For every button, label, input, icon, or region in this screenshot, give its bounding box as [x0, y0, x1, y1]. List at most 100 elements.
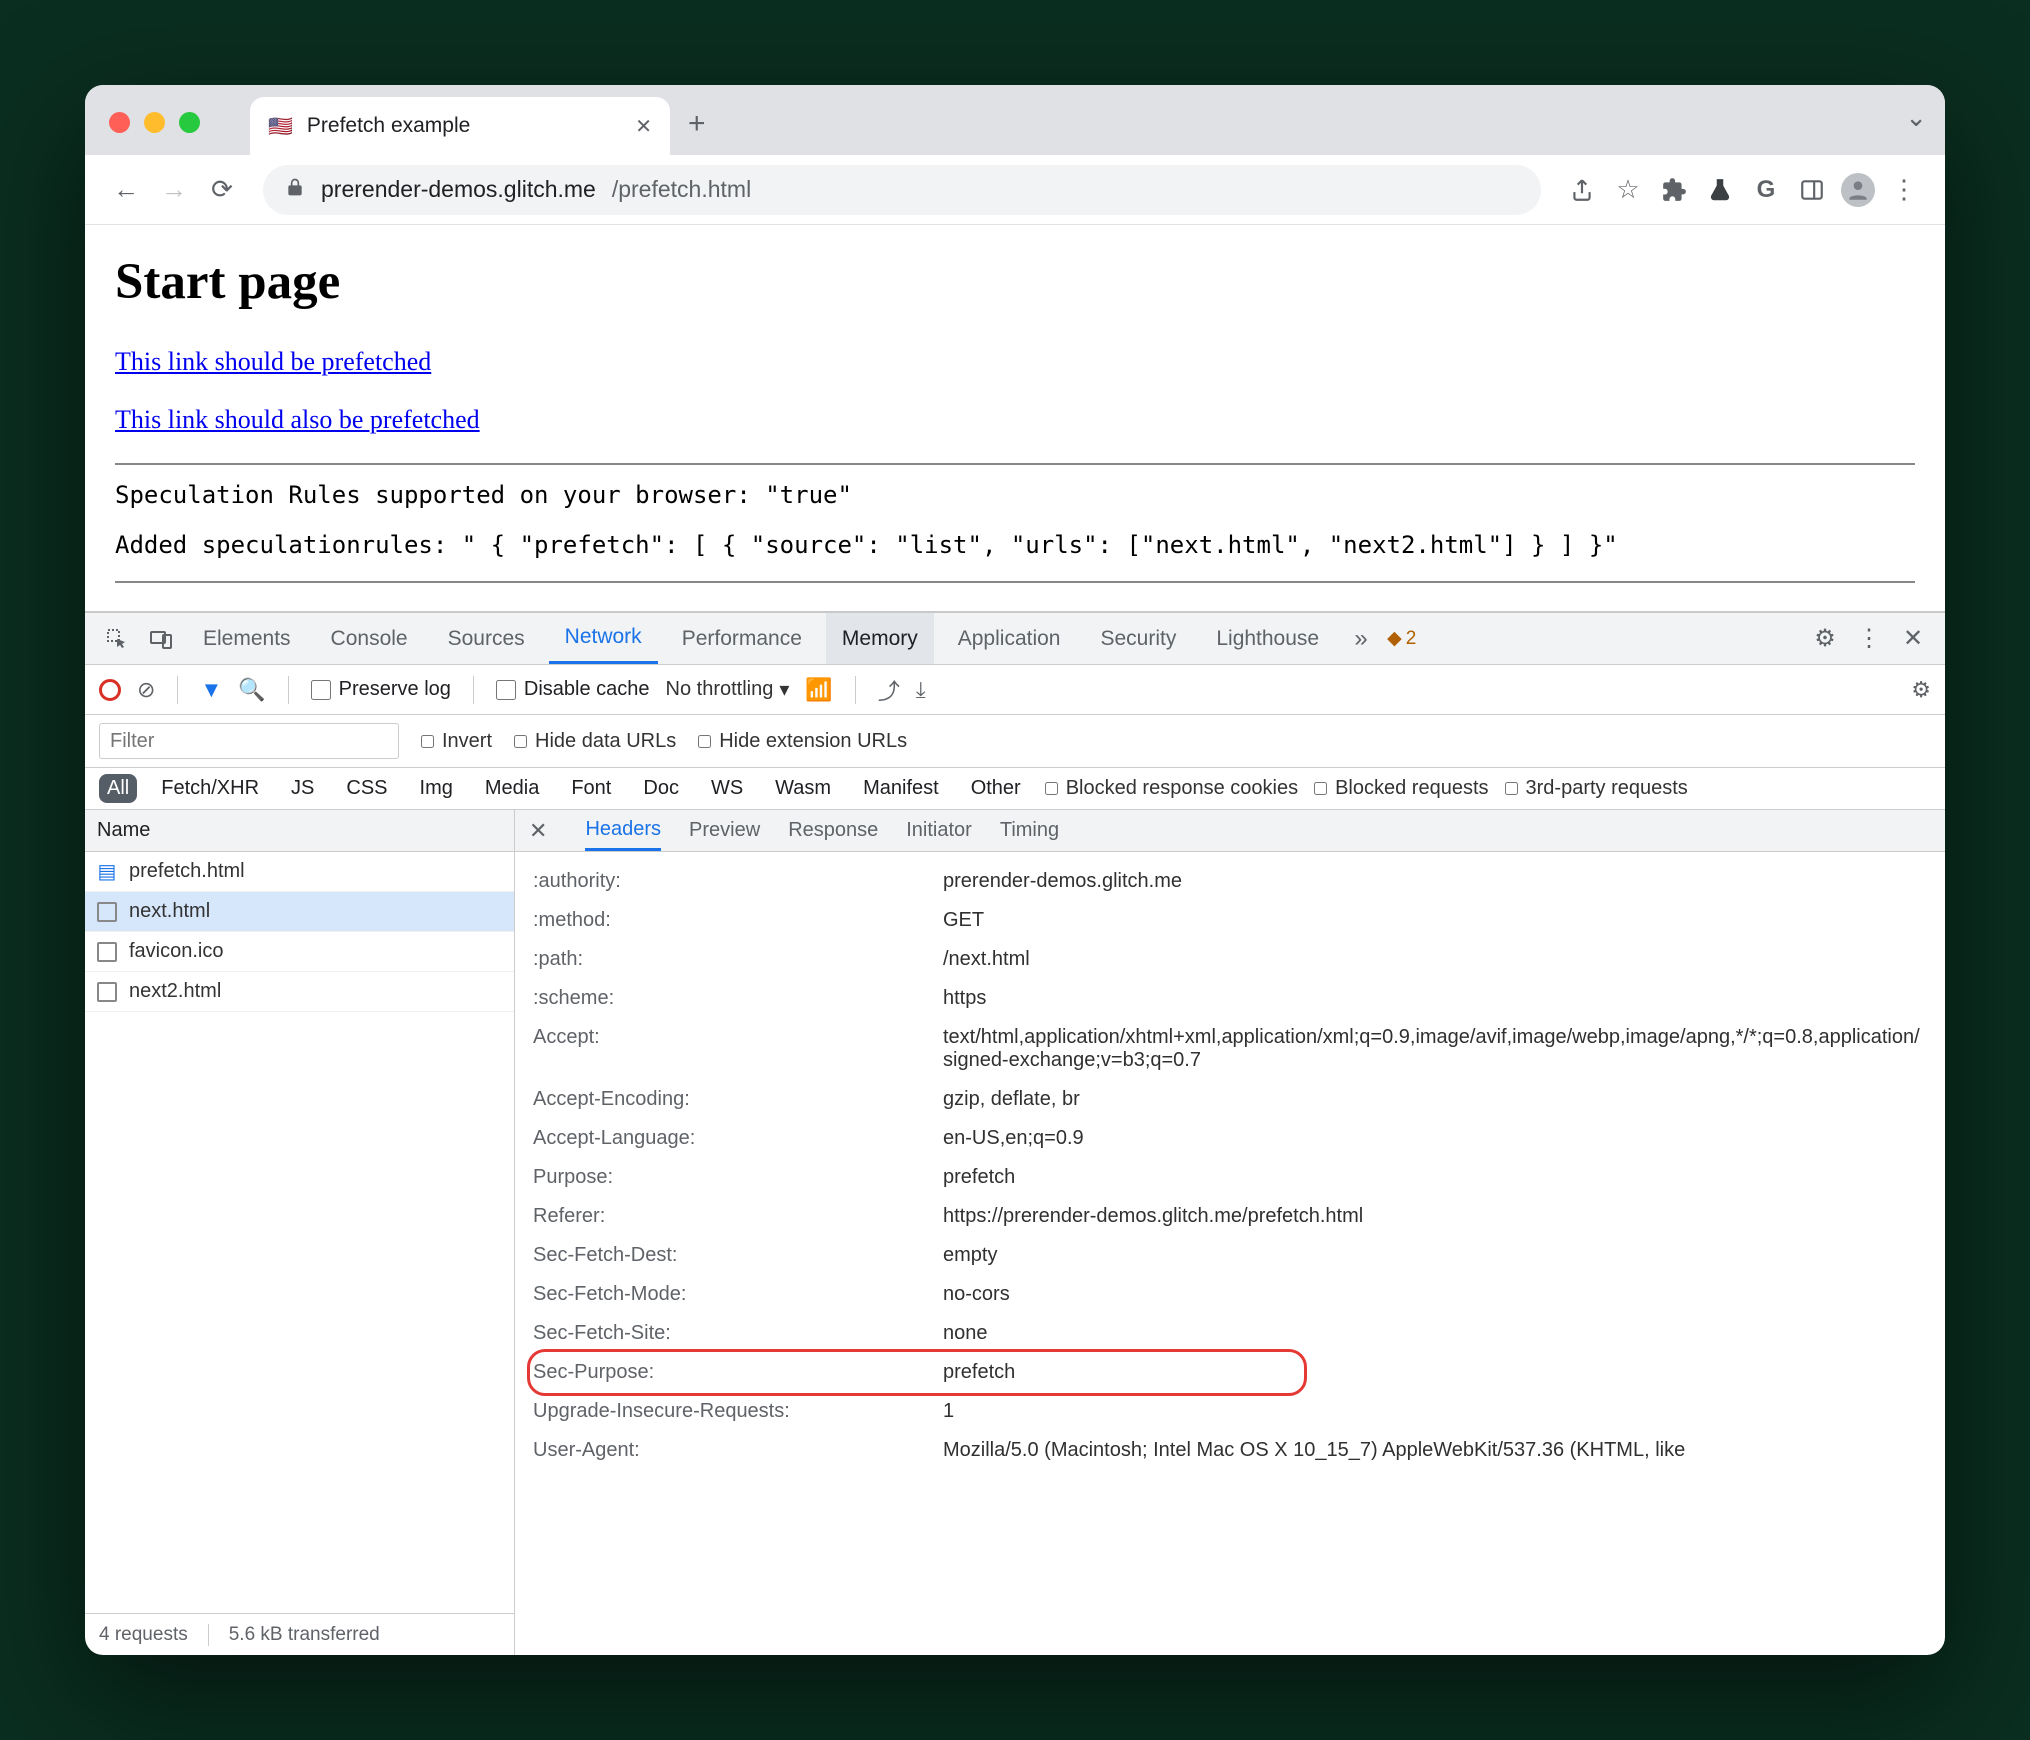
request-row[interactable]: next2.html	[85, 972, 514, 1012]
browser-window: 🇺🇸 Prefetch example ✕ + ⌄ ← → ⟳ prerende…	[85, 85, 1945, 1655]
divider	[115, 581, 1915, 583]
tab-elements[interactable]: Elements	[187, 613, 307, 664]
network-settings-icon[interactable]: ⚙	[1911, 677, 1931, 703]
request-name: prefetch.html	[129, 860, 245, 883]
details-tab-preview[interactable]: Preview	[689, 810, 760, 851]
transferred-size: 5.6 kB transferred	[229, 1624, 380, 1646]
network-conditions-icon[interactable]: 📶	[805, 677, 832, 703]
filter-toggle-icon[interactable]: ▼	[200, 677, 222, 703]
chevron-down-icon: ▾	[779, 677, 789, 702]
type-other[interactable]: Other	[963, 774, 1029, 803]
hide-data-urls-checkbox[interactable]: Hide data URLs	[514, 730, 676, 753]
search-icon[interactable]: 🔍	[238, 677, 265, 703]
blocked-requests-checkbox[interactable]: Blocked requests	[1314, 777, 1488, 800]
request-row[interactable]: ▤prefetch.html	[85, 852, 514, 892]
details-tab-response[interactable]: Response	[788, 810, 878, 851]
tab-lighthouse[interactable]: Lighthouse	[1200, 613, 1335, 664]
labs-icon[interactable]	[1701, 171, 1739, 209]
tabs-menu-icon[interactable]: ⌄	[1905, 102, 1927, 133]
tab-memory[interactable]: Memory	[826, 613, 934, 664]
back-button[interactable]: ←	[107, 171, 145, 209]
side-panel-icon[interactable]	[1793, 171, 1831, 209]
request-row[interactable]: favicon.ico	[85, 932, 514, 972]
type-doc[interactable]: Doc	[635, 774, 687, 803]
device-mode-icon[interactable]	[143, 627, 179, 651]
filter-input[interactable]	[99, 723, 399, 759]
close-window-button[interactable]	[109, 112, 130, 133]
type-ws[interactable]: WS	[703, 774, 751, 803]
details-tab-headers[interactable]: Headers	[585, 810, 661, 851]
header-value: Mozilla/5.0 (Macintosh; Intel Mac OS X 1…	[943, 1439, 1927, 1462]
type-all[interactable]: All	[99, 774, 137, 803]
browser-toolbar: ← → ⟳ prerender-demos.glitch.me/prefetch…	[85, 155, 1945, 225]
tab-favicon: 🇺🇸	[268, 114, 293, 139]
resource-type-bar: All Fetch/XHR JS CSS Img Media Font Doc …	[85, 768, 1945, 810]
type-fetch-xhr[interactable]: Fetch/XHR	[153, 774, 267, 803]
type-js[interactable]: JS	[283, 774, 322, 803]
close-tab-icon[interactable]: ✕	[635, 114, 652, 139]
headers-list: :authority:prerender-demos.glitch.me:met…	[515, 852, 1945, 1655]
tab-network[interactable]: Network	[549, 613, 658, 664]
settings-icon[interactable]: ⚙	[1807, 624, 1843, 653]
header-name: Sec-Fetch-Dest:	[533, 1244, 943, 1267]
type-media[interactable]: Media	[477, 774, 547, 803]
details-tabbar: ✕ Headers Preview Response Initiator Tim…	[515, 810, 1945, 852]
header-row: Accept-Encoding:gzip, deflate, br	[533, 1080, 1927, 1119]
google-icon[interactable]: G	[1747, 171, 1785, 209]
close-devtools-icon[interactable]: ✕	[1895, 624, 1931, 653]
throttling-select[interactable]: No throttling ▾	[666, 677, 790, 702]
preserve-log-checkbox[interactable]: Preserve log	[311, 678, 451, 701]
record-button[interactable]	[99, 679, 121, 701]
minimize-window-button[interactable]	[144, 112, 165, 133]
more-tabs-icon[interactable]: »	[1343, 625, 1379, 653]
blocked-cookies-checkbox[interactable]: Blocked response cookies	[1045, 777, 1298, 800]
type-css[interactable]: CSS	[338, 774, 395, 803]
tab-console[interactable]: Console	[315, 613, 424, 664]
third-party-checkbox[interactable]: 3rd-party requests	[1505, 777, 1688, 800]
blocked-requests-label: Blocked requests	[1335, 777, 1488, 800]
forward-button[interactable]: →	[155, 171, 193, 209]
import-har-icon[interactable]: ⤴	[878, 674, 900, 706]
preserve-log-label: Preserve log	[339, 678, 451, 701]
new-tab-button[interactable]: +	[688, 107, 706, 141]
disable-cache-checkbox[interactable]: Disable cache	[496, 678, 650, 701]
type-font[interactable]: Font	[563, 774, 619, 803]
clear-button[interactable]: ⊘	[137, 677, 155, 703]
request-row[interactable]: next.html	[85, 892, 514, 932]
type-wasm[interactable]: Wasm	[767, 774, 839, 803]
tab-performance[interactable]: Performance	[666, 613, 818, 664]
tab-security[interactable]: Security	[1084, 613, 1192, 664]
invert-checkbox[interactable]: Invert	[421, 730, 492, 753]
file-icon	[97, 942, 117, 962]
prefetch-link-1[interactable]: This link should be prefetched	[115, 347, 1915, 377]
inspect-icon[interactable]	[99, 627, 135, 651]
hide-extension-urls-checkbox[interactable]: Hide extension URLs	[698, 730, 907, 753]
close-details-icon[interactable]: ✕	[529, 818, 547, 844]
header-row: Accept:text/html,application/xhtml+xml,a…	[533, 1018, 1927, 1080]
details-tab-initiator[interactable]: Initiator	[906, 810, 972, 851]
menu-icon[interactable]: ⋮	[1885, 171, 1923, 209]
details-tab-timing[interactable]: Timing	[1000, 810, 1059, 851]
zoom-window-button[interactable]	[179, 112, 200, 133]
header-value: /next.html	[943, 948, 1927, 971]
share-icon[interactable]	[1563, 171, 1601, 209]
header-row: Accept-Language:en-US,en;q=0.9	[533, 1119, 1927, 1158]
header-row: Sec-Fetch-Dest:empty	[533, 1236, 1927, 1275]
profile-button[interactable]	[1839, 171, 1877, 209]
issues-count: 2	[1406, 628, 1417, 650]
extensions-icon[interactable]	[1655, 171, 1693, 209]
address-bar[interactable]: prerender-demos.glitch.me/prefetch.html	[263, 165, 1541, 215]
more-menu-icon[interactable]: ⋮	[1851, 624, 1887, 653]
reload-button[interactable]: ⟳	[203, 171, 241, 209]
type-img[interactable]: Img	[412, 774, 461, 803]
tab-application[interactable]: Application	[942, 613, 1077, 664]
requests-header[interactable]: Name	[85, 810, 514, 852]
prefetch-link-2[interactable]: This link should also be prefetched	[115, 405, 1915, 435]
header-value: prefetch	[943, 1166, 1927, 1189]
tab-sources[interactable]: Sources	[432, 613, 541, 664]
bookmark-icon[interactable]: ☆	[1609, 171, 1647, 209]
browser-tab[interactable]: 🇺🇸 Prefetch example ✕	[250, 97, 670, 155]
issues-badge[interactable]: ◆ 2	[1387, 627, 1416, 650]
type-manifest[interactable]: Manifest	[855, 774, 947, 803]
export-har-icon[interactable]: ⤓	[916, 677, 926, 703]
